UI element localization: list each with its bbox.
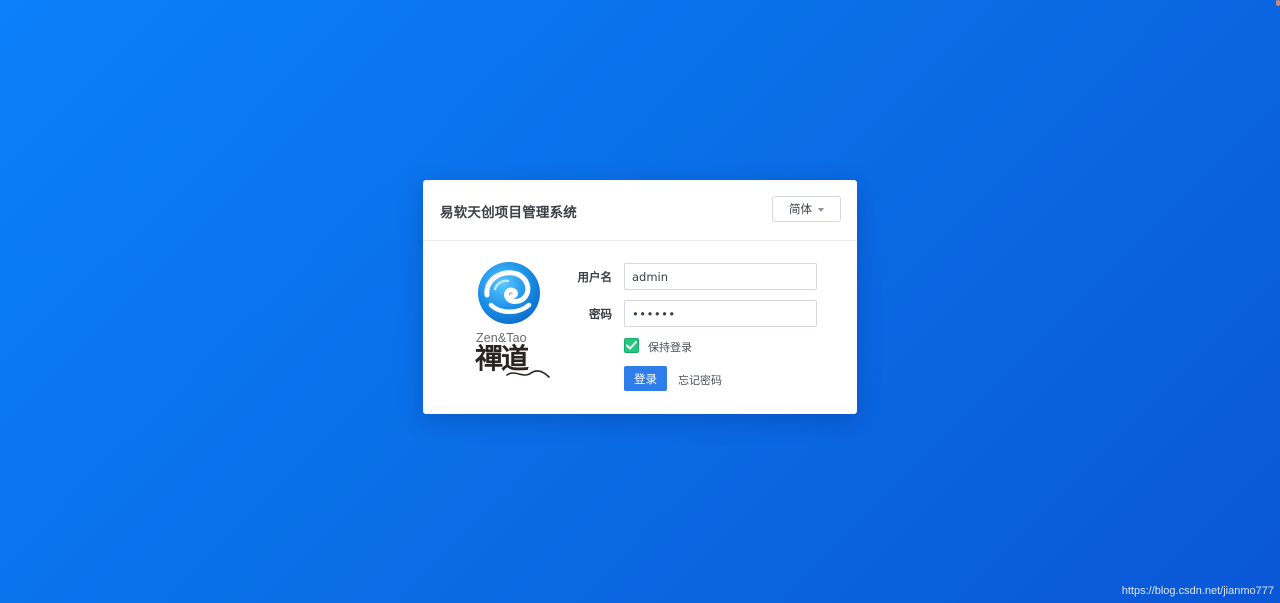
- source-watermark: https://blog.csdn.net/jianmo777: [1121, 585, 1274, 597]
- forgot-password-link[interactable]: 忘记密码: [678, 372, 722, 388]
- checkmark-icon: [626, 341, 637, 350]
- zentao-logo: Zen&Tao 禪道: [475, 261, 551, 381]
- username-label: 用户名: [577, 270, 613, 284]
- username-input[interactable]: [624, 263, 817, 290]
- page-title: 易软天创项目管理系统: [440, 205, 577, 221]
- password-label: 密码: [589, 307, 612, 321]
- brand-wave-ornament-icon: [506, 370, 550, 378]
- keep-login-checkbox[interactable]: [624, 338, 639, 353]
- login-panel: 易软天创项目管理系统 简体 Zen&Tao 禪道 用户名 密: [423, 180, 857, 414]
- caret-down-icon: [818, 207, 824, 212]
- window-scrollbar-thumb[interactable]: [1276, 0, 1280, 6]
- keep-login-label: 保持登录: [648, 341, 692, 354]
- password-input[interactable]: [624, 300, 817, 327]
- zentao-swirl-icon: [478, 262, 540, 324]
- login-button[interactable]: 登录: [624, 366, 667, 391]
- language-select-value: 简体: [789, 202, 812, 216]
- language-select[interactable]: 简体: [772, 196, 841, 222]
- panel-header: 易软天创项目管理系统 简体: [423, 180, 857, 241]
